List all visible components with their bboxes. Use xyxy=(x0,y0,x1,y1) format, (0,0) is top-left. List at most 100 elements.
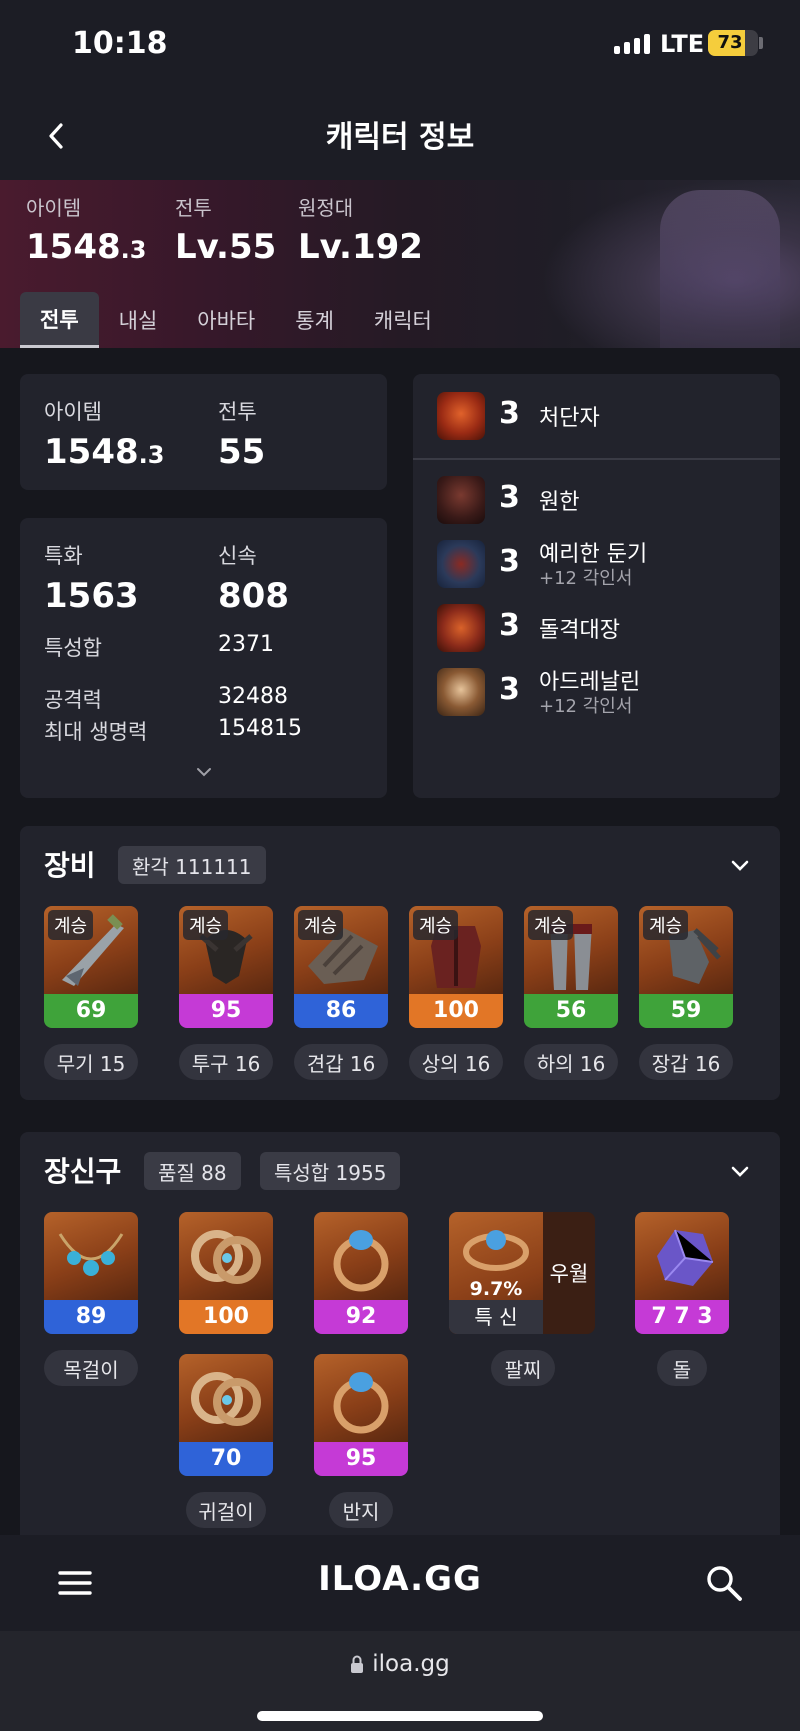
accessories-collapse-chevron-icon[interactable] xyxy=(726,1158,754,1186)
tab-character[interactable]: 캐릭터 xyxy=(354,292,452,348)
battery-nub xyxy=(759,37,763,49)
stat-crit-label: 특화 xyxy=(44,544,83,568)
accessory-ring-1[interactable]: 92 xyxy=(314,1212,408,1334)
bracelet-stats: 특 신 xyxy=(449,1300,543,1334)
brand-logo[interactable]: ILOA.GG xyxy=(0,1559,800,1599)
summary-battle: 전투 55 xyxy=(218,396,265,472)
bottom-nav: ILOA.GG xyxy=(0,1535,800,1631)
status-time: 10:18 xyxy=(72,26,168,61)
ability-stone[interactable]: 7 7 3 xyxy=(635,1212,729,1334)
accessory-quality: 92 xyxy=(314,1300,408,1334)
engraving-row[interactable]: 3 예리한 둔기 +12 각인서 xyxy=(413,532,780,596)
necklace-icon xyxy=(44,1212,138,1300)
network-type: LTE xyxy=(660,30,705,58)
tab-stats[interactable]: 통계 xyxy=(275,292,354,348)
accessory-label-stone: 돌 xyxy=(657,1350,707,1386)
equipment-collapse-chevron-icon[interactable] xyxy=(726,852,754,880)
tab-avatar[interactable]: 아바타 xyxy=(177,292,275,348)
character-hero: 아이템 1548.3 전투 Lv.55 원정대 Lv.192 전투 내실 아바타… xyxy=(0,180,800,348)
summary-battle-value: 55 xyxy=(218,432,266,472)
bracelet-grade: 우월 xyxy=(549,1262,589,1286)
engraving-row[interactable]: 3 처단자 xyxy=(413,384,780,448)
equipment-label: 견갑 16 xyxy=(294,1044,388,1080)
engraving-row[interactable]: 3 원한 xyxy=(413,468,780,532)
hero-stat-value: Lv.55 xyxy=(175,227,277,267)
accessories-card: 장신구 품질 88 특성합 1955 89 100 92 9.7% 특 신 우월… xyxy=(20,1132,780,1535)
equipment-chest[interactable]: 계승 100 xyxy=(409,906,503,1028)
hero-stat-value: 1548.3 xyxy=(26,227,147,267)
tab-inner[interactable]: 내실 xyxy=(99,292,178,348)
equipment-shoulder[interactable]: 계승 86 xyxy=(294,906,388,1028)
equipment-pants[interactable]: 계승 56 xyxy=(524,906,618,1028)
hero-stat-item: 아이템 1548.3 xyxy=(26,192,146,267)
equipment-label: 투구 16 xyxy=(179,1044,273,1080)
accessories-stat-total-chip: 특성합 1955 xyxy=(260,1152,401,1190)
home-indicator xyxy=(257,1711,543,1721)
engraving-raid-captain-icon xyxy=(437,604,485,652)
battery-percent: 73 xyxy=(717,32,743,53)
engraving-name: 원한 xyxy=(539,490,580,515)
equipment-badge: 계승 xyxy=(413,910,459,940)
summary-item-label: 아이템 xyxy=(44,400,102,424)
summary-card: 아이템 1548.3 전투 55 xyxy=(20,374,387,490)
lock-icon xyxy=(350,1653,364,1673)
engravings-card: 3 처단자 3 원한 3 예리한 둔기 +12 각인서 3 돌격대장 3 아드레… xyxy=(413,374,780,798)
earring-icon xyxy=(179,1354,273,1442)
engraving-row[interactable]: 3 아드레날린 +12 각인서 xyxy=(413,660,780,724)
hero-stat-label: 원정대 xyxy=(298,196,354,220)
equipment-quality: 86 xyxy=(294,994,388,1028)
status-bar: 10:18 LTE 73 xyxy=(0,0,800,90)
engraving-row[interactable]: 3 돌격대장 xyxy=(413,596,780,660)
accessory-quality: 95 xyxy=(314,1442,408,1476)
equipment-gloves[interactable]: 계승 59 xyxy=(639,906,733,1028)
hero-stat-battle: 전투 Lv.55 xyxy=(175,192,276,267)
equipment-badge: 계승 xyxy=(528,910,574,940)
url-text: iloa.gg xyxy=(372,1651,450,1677)
accessory-earring-2[interactable]: 70 xyxy=(179,1354,273,1476)
equipment-title: 장비 xyxy=(44,849,96,882)
url-field[interactable]: iloa.gg xyxy=(0,1651,800,1677)
stat-attack-label: 공격력 xyxy=(44,688,102,712)
engraving-executioner-icon xyxy=(437,392,485,440)
equipment-badge: 계승 xyxy=(643,910,689,940)
summary-item-value: 1548.3 xyxy=(44,432,165,472)
equipment-label: 상의 16 xyxy=(409,1044,503,1080)
equipment-badge: 계승 xyxy=(298,910,344,940)
equipment-quality: 69 xyxy=(44,994,138,1028)
tab-battle[interactable]: 전투 xyxy=(20,292,99,348)
cellular-signal-icon xyxy=(614,32,650,54)
accessory-quality: 70 xyxy=(179,1442,273,1476)
equipment-label: 하의 16 xyxy=(524,1044,618,1080)
stat-crit: 특화 1563 xyxy=(44,540,139,616)
engraving-divider xyxy=(413,458,780,460)
page-title: 캐릭터 정보 xyxy=(325,120,475,155)
engraving-level: 3 xyxy=(499,480,520,515)
equipment-helmet[interactable]: 계승 95 xyxy=(179,906,273,1028)
nav-bar: 캐릭터 정보 xyxy=(0,90,800,180)
stat-swift-label: 신속 xyxy=(218,544,257,568)
hero-stat-value: Lv.192 xyxy=(298,227,423,267)
accessory-earring-1[interactable]: 100 xyxy=(179,1212,273,1334)
equipment-elixir-chip: 환각 111111 xyxy=(118,846,266,884)
search-icon[interactable] xyxy=(704,1563,744,1603)
stat-crit-value: 1563 xyxy=(44,576,139,616)
equipment-quality: 100 xyxy=(409,994,503,1028)
engraving-level: 3 xyxy=(499,608,520,643)
stat-hp-value: 154815 xyxy=(218,716,302,741)
accessory-bracelet[interactable]: 9.7% 특 신 우월 xyxy=(449,1212,595,1334)
character-figure xyxy=(660,190,780,348)
accessory-necklace[interactable]: 89 xyxy=(44,1212,138,1334)
equipment-weapon[interactable]: 계승 69 xyxy=(44,906,138,1028)
hero-stat-label: 전투 xyxy=(175,196,212,220)
engraving-level: 3 xyxy=(499,544,520,579)
equipment-badge: 계승 xyxy=(48,910,94,940)
stat-swift-value: 808 xyxy=(218,576,289,616)
browser-url-bar: iloa.gg xyxy=(0,1631,800,1731)
stat-total-value: 2371 xyxy=(218,632,274,657)
stone-engraving-levels: 7 7 3 xyxy=(635,1300,729,1334)
accessory-ring-2[interactable]: 95 xyxy=(314,1354,408,1476)
battery-icon: 73 xyxy=(708,30,758,56)
engraving-keen-blunt-icon xyxy=(437,540,485,588)
engraving-book: +12 각인서 xyxy=(539,568,633,589)
expand-stats-chevron-icon[interactable] xyxy=(190,758,218,786)
